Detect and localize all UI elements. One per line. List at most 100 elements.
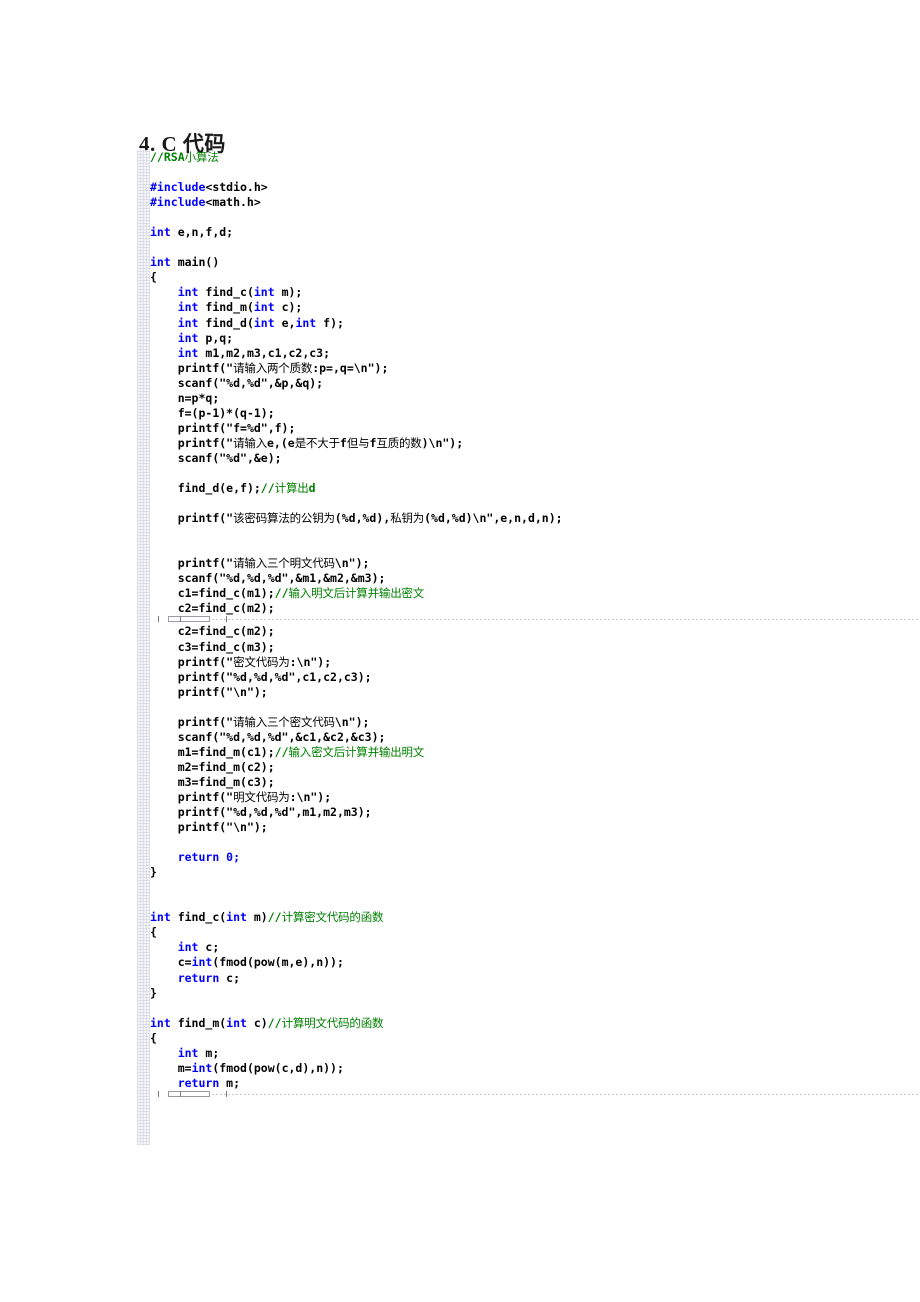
code-line: printf("\n"); — [150, 685, 920, 700]
code-token: int — [177, 315, 199, 330]
code-token: c2=find_c(m2); — [177, 601, 275, 616]
code-line: int c; — [150, 940, 920, 955]
code-token: find_c( — [198, 285, 254, 300]
code-token: 计算密文代码的函数 — [281, 910, 384, 925]
code-token: int — [177, 285, 199, 300]
code-line: scanf("%d,%d,%d",&m1,&m2,&m3); — [150, 571, 920, 586]
code-line: } — [150, 865, 920, 880]
code-token: int — [177, 940, 199, 955]
code-token: c) — [246, 1015, 268, 1030]
code-token: int — [150, 1015, 171, 1030]
code-line: int find_d(int e,int f); — [150, 316, 920, 331]
code-token: printf(" — [177, 654, 234, 669]
code-token: m1=find_m(c1); — [177, 744, 275, 759]
code-line: int m1,m2,m3,c1,c2,c3; — [150, 346, 920, 361]
code-line: int e,n,f,d; — [150, 225, 920, 240]
code-token: printf("%d,%d,%d",c1,c2,c3); — [177, 669, 372, 684]
code-token: \n"); — [334, 556, 370, 571]
code-token: int — [177, 300, 199, 315]
code-token: printf("%d,%d,%d",m1,m2,m3); — [177, 805, 372, 820]
code-token: int — [177, 330, 199, 345]
code-line: return m; — [150, 1076, 920, 1091]
code-token: } — [150, 985, 157, 1000]
code-line: printf("f=%d",f); — [150, 421, 920, 436]
code-line: { — [150, 270, 920, 285]
code-token: find_m( — [198, 300, 254, 315]
code-token: :p=,q=\n"); — [312, 360, 389, 375]
code-token: 计算出 — [274, 481, 309, 496]
code-token: { — [150, 270, 157, 285]
code-line: find_d(e,f);//计算出d — [150, 481, 920, 496]
code-token: return — [177, 970, 220, 985]
code-token: int — [295, 315, 317, 330]
code-token: f — [339, 435, 347, 450]
code-token: printf(" — [177, 511, 234, 526]
code-token: m2=find_m(c2); — [177, 759, 275, 774]
code-token: 是不大于 — [294, 435, 340, 450]
code-line: int find_c(int m); — [150, 285, 920, 300]
code-token: 小算法 — [184, 150, 219, 164]
code-token: p,q; — [198, 330, 234, 345]
code-token: int — [177, 1045, 199, 1060]
code-token: find_d(e,f); — [177, 481, 261, 496]
code-token: scanf("%d,%d,%d",&m1,&m2,&m3); — [177, 571, 386, 586]
code-line: { — [150, 925, 920, 940]
code-token: <math.h> — [205, 195, 261, 210]
code-line: printf("%d,%d,%d",m1,m2,m3); — [150, 805, 920, 820]
code-token: (fmod(pow(c,d),n)); — [212, 1060, 344, 1075]
code-token: m1,m2,m3,c1,c2,c3; — [198, 345, 331, 360]
code-line: scanf("%d,%d,%d",&c1,&c2,&c3); — [150, 730, 920, 745]
code-line: c3=find_c(m3); — [150, 640, 920, 655]
code-token: int — [150, 910, 171, 925]
code-token: (fmod(pow(m,e),n)); — [212, 955, 344, 970]
code-token: // — [274, 586, 289, 601]
code-token: 密文代码为 — [233, 654, 290, 669]
code-token: 请输入三个明文代码 — [233, 556, 335, 571]
code-token: return — [177, 1075, 220, 1090]
code-token: return — [177, 850, 220, 865]
code-token: m; — [198, 1045, 220, 1060]
code-token: #include — [150, 180, 206, 195]
code-token: int — [226, 910, 247, 925]
code-block-gutter — [137, 150, 150, 1145]
code-line: m1=find_m(c1);//输入密文后计算并输出明文 — [150, 745, 920, 760]
code-token: 私钥为 — [390, 511, 425, 526]
code-token: m); — [274, 285, 303, 300]
code-line: printf("\n"); — [150, 820, 920, 835]
code-token: find_d( — [198, 315, 254, 330]
code-line: printf("密文代码为:\n"); — [150, 655, 920, 670]
code-token: printf("\n"); — [177, 684, 268, 699]
code-token: m3=find_m(c3); — [177, 774, 275, 789]
code-token: printf(" — [177, 435, 234, 450]
code-line: } — [150, 986, 920, 1001]
code-token: f); — [316, 315, 344, 330]
code-line: int find_m(int c)//计算明文代码的函数 — [150, 1016, 920, 1031]
code-token: find_m( — [170, 1015, 227, 1030]
code-token: c= — [177, 955, 192, 970]
code-line: m=int(fmod(pow(c,d),n)); — [150, 1061, 920, 1076]
code-token: 互质的数 — [376, 435, 422, 450]
page-break-separator — [150, 1090, 920, 1099]
code-token: 请输入三个密文代码 — [233, 714, 335, 729]
code-token: \n"); — [334, 714, 370, 729]
code-token: 计算明文代码的函数 — [281, 1015, 384, 1030]
code-token: printf(" — [177, 556, 234, 571]
code-line: scanf("%d,%d",&p,&q); — [150, 376, 920, 391]
code-line: c2=find_c(m2); — [150, 624, 920, 639]
code-token: 输入密文后计算并输出明文 — [288, 744, 425, 759]
code-line: return 0; — [150, 850, 920, 865]
code-token: c; — [219, 970, 241, 985]
code-token: m= — [177, 1060, 192, 1075]
code-line: printf("该密码算法的公钥为(%d,%d),私钥为(%d,%d)\n",e… — [150, 511, 920, 526]
code-line: printf("%d,%d,%d",c1,c2,c3); — [150, 670, 920, 685]
code-token: #include — [150, 195, 206, 210]
code-listing: //RSA小算法 #include<stdio.h> #include<math.… — [150, 150, 920, 1099]
code-line: c2=find_c(m2); — [150, 601, 920, 616]
code-token: main() — [170, 255, 220, 270]
code-token: { — [150, 1030, 157, 1045]
